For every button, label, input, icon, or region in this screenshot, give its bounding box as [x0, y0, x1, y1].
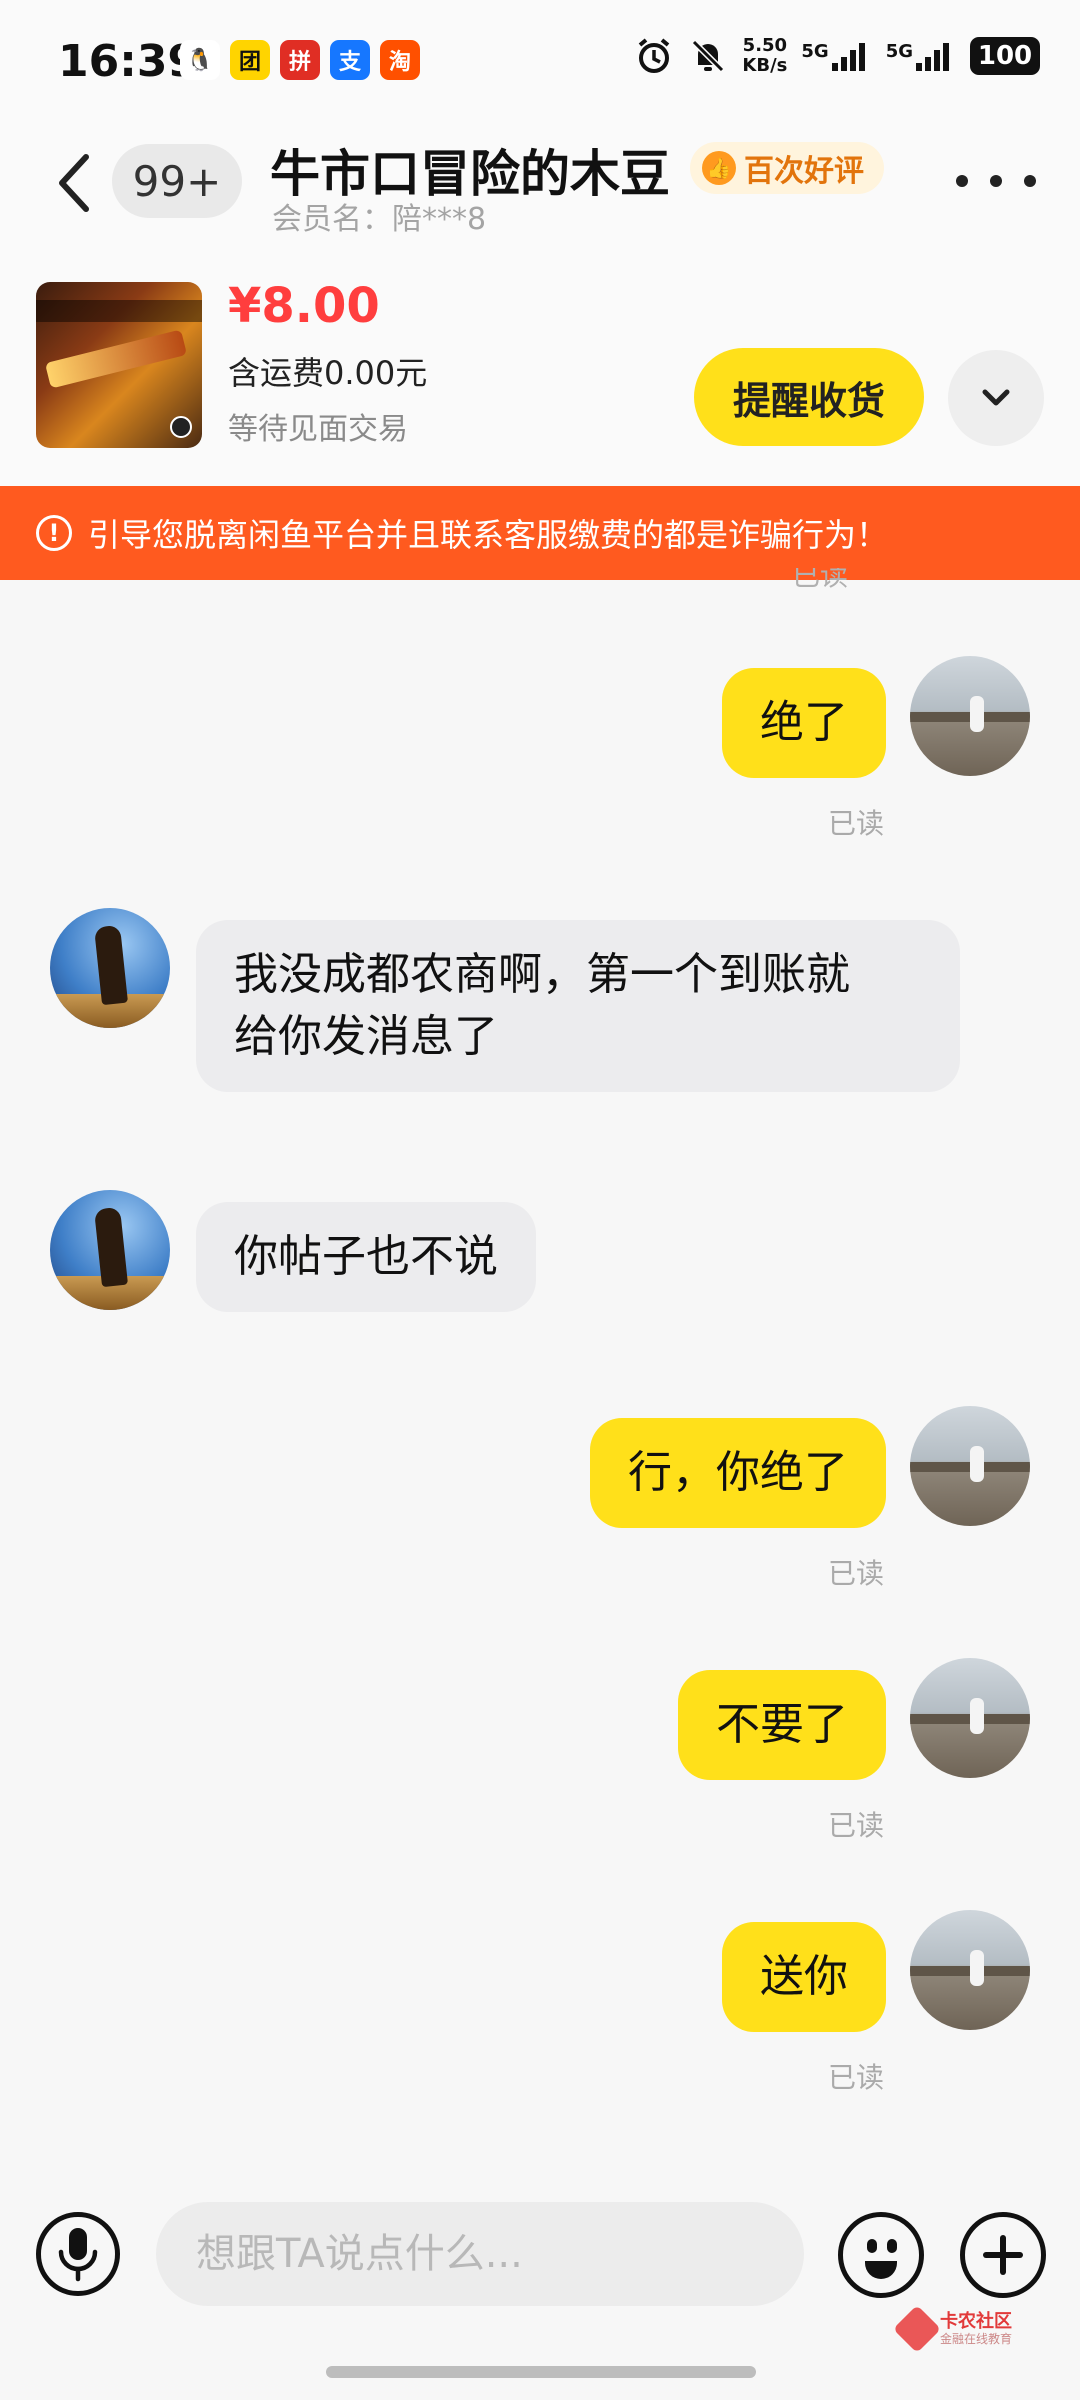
watermark-title: 卡农社区 [940, 2311, 1012, 2332]
status-time: 16:39 [58, 36, 199, 87]
signal-1: 5G [801, 41, 871, 71]
read-status: 已读 [827, 2061, 884, 2094]
meituan-icon: 团 [230, 40, 270, 80]
message-bubble-sent[interactable]: 行，你绝了 [590, 1418, 886, 1528]
product-card[interactable]: ¥8.00 含运费0.00元 等待见面交易 提醒收货 [0, 264, 1080, 486]
message-bubble-sent[interactable]: 绝了 [722, 668, 886, 778]
battery-indicator: 100 [970, 37, 1040, 75]
message-line: 给你发消息了 [234, 1011, 498, 1062]
member-name: 会员名：陪***8 [272, 202, 487, 237]
alert-icon: ! [36, 515, 72, 551]
order-status: 等待见面交易 [228, 412, 408, 447]
input-bar: 卡农社区 金融在线教育 [0, 2180, 1080, 2360]
watermark-logo-icon [892, 2304, 942, 2354]
signal-bars-icon [831, 43, 865, 71]
message-input[interactable] [156, 2202, 804, 2306]
fraud-warning-text: 引导您脱离闲鱼平台并且联系客服缴费的都是诈骗行为！ [88, 516, 889, 554]
thumbnail-badge [170, 416, 192, 438]
smiley-mouth-icon [865, 2261, 897, 2279]
network-speed: 5.50 KB/s [742, 36, 787, 76]
rating-label: 百次好评 [744, 154, 864, 189]
my-avatar[interactable] [910, 1658, 1030, 1778]
chevron-left-icon [59, 154, 89, 212]
remind-receipt-button[interactable]: 提醒收货 [694, 348, 924, 446]
chat-header: 99+ 牛市口冒险的木豆 👍 百次好评 会员名：陪***8 [0, 124, 1080, 264]
signal-2: 5G [886, 41, 956, 71]
my-avatar[interactable] [910, 656, 1030, 776]
read-status: 已读 [827, 1557, 884, 1590]
rating-badge[interactable]: 👍 百次好评 [690, 142, 884, 194]
message-bubble-sent[interactable]: 送你 [722, 1922, 886, 2032]
my-avatar[interactable] [910, 1406, 1030, 1526]
more-dot-icon [990, 175, 1002, 187]
message-bubble-received[interactable]: 我没成都农商啊，第一个到账就 给你发消息了 [196, 920, 960, 1092]
fraud-warning-banner: ! 引导您脱离闲鱼平台并且联系客服缴费的都是诈骗行为！ [0, 486, 1080, 580]
pinduoduo-icon: 拼 [280, 40, 320, 80]
read-status: 已读 [827, 1809, 884, 1842]
thumbs-up-icon: 👍 [702, 151, 736, 185]
message-bubble-received[interactable]: 你帖子也不说 [196, 1202, 536, 1312]
alarm-icon [634, 36, 674, 76]
qq-icon: 🐧 [180, 40, 220, 80]
net-type-1: 5G [801, 41, 829, 62]
message-line: 我没成都农商啊，第一个到账就 [234, 949, 850, 1000]
voice-input-button[interactable] [36, 2212, 120, 2296]
chevron-down-icon [982, 389, 1010, 406]
smiley-eye-icon [867, 2239, 877, 2253]
status-bar: 16:39 🐧 团 拼 支 淘 5.50 KB/s 5G 5G 100 [0, 0, 1080, 124]
emoji-button[interactable] [838, 2212, 924, 2298]
more-dot-icon [1024, 175, 1036, 187]
net-type-2: 5G [885, 41, 913, 62]
net-speed-unit: KB/s [742, 55, 788, 76]
more-actions-plus-button[interactable] [960, 2212, 1046, 2298]
shipping-fee: 含运费0.00元 [228, 354, 428, 392]
home-indicator[interactable] [326, 2366, 756, 2378]
microphone-icon [58, 2228, 98, 2282]
status-right: 5.50 KB/s 5G 5G 100 [634, 36, 1040, 76]
message-bubble-sent[interactable]: 不要了 [678, 1670, 886, 1780]
my-avatar[interactable] [910, 1910, 1030, 2030]
taobao-icon: 淘 [380, 40, 420, 80]
contact-avatar[interactable] [50, 908, 170, 1028]
alipay-icon: 支 [330, 40, 370, 80]
watermark: 卡农社区 金融在线教育 [892, 2304, 1013, 2354]
watermark-text: 卡农社区 金融在线教育 [940, 2311, 1013, 2347]
more-dot-icon [956, 175, 968, 187]
product-thumbnail[interactable] [36, 282, 202, 448]
thumbnail-weapon-graphic [44, 329, 188, 389]
smiley-eye-icon [887, 2239, 897, 2253]
more-options-button[interactable] [956, 156, 1036, 206]
read-status: 已读 [827, 807, 884, 840]
net-speed-value: 5.50 [742, 35, 788, 56]
signal-bars-icon [916, 43, 949, 71]
expand-button[interactable] [948, 350, 1044, 446]
mute-bell-icon [688, 36, 728, 76]
unread-count-badge[interactable]: 99+ [112, 144, 242, 218]
back-button[interactable] [44, 148, 104, 218]
chat-messages[interactable]: 已读 绝了 已读 我没成都农商啊，第一个到账就 给你发消息了 你帖子也不说 行，… [0, 568, 1080, 2180]
product-price: ¥8.00 [228, 278, 380, 334]
thumbnail-banner [36, 300, 202, 322]
notification-app-icons: 🐧 团 拼 支 淘 [180, 40, 420, 80]
contact-avatar[interactable] [50, 1190, 170, 1310]
watermark-subtitle: 金融在线教育 [940, 2332, 1013, 2346]
